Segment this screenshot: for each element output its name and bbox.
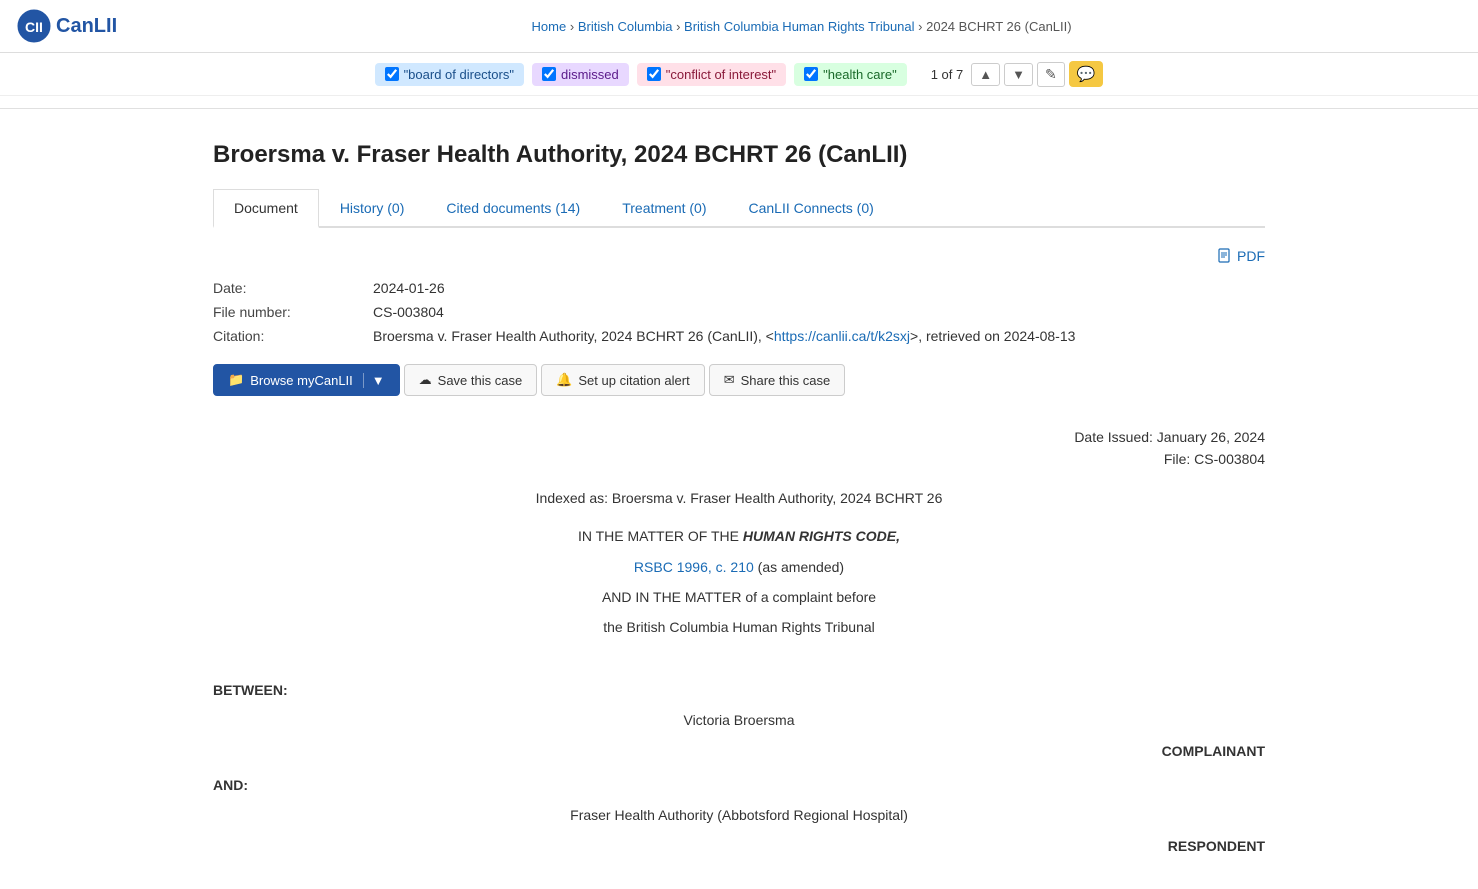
- alert-label: Set up citation alert: [578, 373, 689, 388]
- action-buttons: 📁 Browse myCanLII ▼ ☁ Save this case 🔔 S…: [213, 364, 1265, 396]
- meta-file-row: File number: CS-003804: [213, 304, 1265, 320]
- doc-matter-and: AND IN THE MATTER of a complaint before: [213, 586, 1265, 608]
- top-bar: CII CanLII Home › British Columbia › Bri…: [0, 0, 1478, 53]
- file-value: CS-003804: [373, 304, 444, 320]
- tag-board-of-directors[interactable]: "board of directors": [375, 63, 524, 86]
- save-label: Save this case: [438, 373, 523, 388]
- doc-complainant-name: Victoria Broersma: [213, 709, 1265, 731]
- tag-conflict-of-interest[interactable]: "conflict of interest": [637, 63, 786, 86]
- matter-link[interactable]: RSBC 1996, c. 210: [634, 559, 754, 575]
- tag-board-label: "board of directors": [404, 67, 514, 82]
- doc-date-issued: Date Issued: January 26, 2024 File: CS-0…: [213, 426, 1265, 471]
- doc-respondent-label: RESPONDENT: [213, 835, 1265, 857]
- pdf-icon: [1217, 248, 1233, 264]
- save-case-button[interactable]: ☁ Save this case: [404, 364, 538, 396]
- browse-label: Browse myCanLII: [250, 373, 353, 388]
- tab-treatment[interactable]: Treatment (0): [601, 189, 727, 226]
- citation-alert-button[interactable]: 🔔 Set up citation alert: [541, 364, 704, 396]
- tab-cited-documents[interactable]: Cited documents (14): [425, 189, 601, 226]
- doc-complainant-label: COMPLAINANT: [213, 740, 1265, 762]
- breadcrumb-bc[interactable]: British Columbia: [578, 19, 673, 34]
- tag-dismissed-label: dismissed: [561, 67, 619, 82]
- tag-health-label: "health care": [823, 67, 897, 82]
- tag-board-checkbox[interactable]: [385, 67, 399, 81]
- dropdown-arrow-icon: ▼: [363, 373, 385, 388]
- tag-dismissed-checkbox[interactable]: [542, 67, 556, 81]
- next-button[interactable]: ▼: [1004, 63, 1033, 86]
- date-value: 2024-01-26: [373, 280, 445, 296]
- date-label: Date:: [213, 280, 373, 296]
- document-body: Date Issued: January 26, 2024 File: CS-0…: [213, 426, 1265, 857]
- tag-conflict-checkbox[interactable]: [647, 67, 661, 81]
- matter-suffix: (as amended): [754, 559, 844, 575]
- tab-history[interactable]: History (0): [319, 189, 426, 226]
- save-icon: ☁: [419, 372, 432, 388]
- tag-health-care[interactable]: "health care": [794, 63, 907, 86]
- breadcrumb-tribunal[interactable]: British Columbia Human Rights Tribunal: [684, 19, 914, 34]
- browse-mycanlii-button[interactable]: 📁 Browse myCanLII ▼: [213, 364, 400, 396]
- case-title: Broersma v. Fraser Health Authority, 202…: [213, 141, 1265, 169]
- breadcrumb: Home › British Columbia › British Columb…: [141, 19, 1462, 34]
- comment-icon[interactable]: 💬: [1069, 61, 1104, 87]
- citation-prefix: Broersma v. Fraser Health Authority, 202…: [373, 328, 774, 344]
- prev-button[interactable]: ▲: [971, 63, 1000, 86]
- breadcrumb-home[interactable]: Home: [532, 19, 567, 34]
- tag-dismissed[interactable]: dismissed: [532, 63, 629, 86]
- tabs: Document History (0) Cited documents (14…: [213, 189, 1265, 228]
- alert-icon: 🔔: [556, 372, 572, 388]
- main-content: Broersma v. Fraser Health Authority, 202…: [189, 121, 1289, 889]
- citation-value: Broersma v. Fraser Health Authority, 202…: [373, 328, 1075, 344]
- canlii-logo[interactable]: CII CanLII: [16, 8, 117, 44]
- tab-document[interactable]: Document: [213, 189, 319, 228]
- doc-matter-line1: IN THE MATTER OF THE HUMAN RIGHTS CODE,: [213, 525, 1265, 547]
- pagination-text: 1 of 7: [931, 67, 964, 82]
- file-label: File number:: [213, 304, 373, 320]
- doc-between: BETWEEN:: [213, 679, 1265, 701]
- share-label: Share this case: [741, 373, 831, 388]
- tag-conflict-label: "conflict of interest": [666, 67, 776, 82]
- doc-and: AND:: [213, 774, 1265, 796]
- doc-indexed-as: Indexed as: Broersma v. Fraser Health Au…: [213, 487, 1265, 509]
- share-icon: ✉: [724, 372, 735, 388]
- pdf-label: PDF: [1237, 248, 1265, 264]
- tab-canlii-connects[interactable]: CanLII Connects (0): [728, 189, 895, 226]
- search-tags-row: "board of directors" dismissed "conflict…: [0, 53, 1478, 96]
- citation-link[interactable]: https://canlii.ca/t/k2sxj: [774, 328, 910, 344]
- citation-label: Citation:: [213, 328, 373, 344]
- tag-health-checkbox[interactable]: [804, 67, 818, 81]
- matter-law: HUMAN RIGHTS CODE,: [743, 528, 900, 544]
- svg-text:CII: CII: [25, 19, 43, 35]
- doc-matter-tribunal: the British Columbia Human Rights Tribun…: [213, 616, 1265, 638]
- edit-icon[interactable]: ✎: [1037, 62, 1065, 87]
- metadata: Date: 2024-01-26 File number: CS-003804 …: [213, 280, 1265, 344]
- pagination-controls: 1 of 7 ▲ ▼ ✎ 💬: [931, 61, 1104, 87]
- pdf-link[interactable]: PDF: [1217, 248, 1265, 264]
- share-case-button[interactable]: ✉ Share this case: [709, 364, 846, 396]
- doc-matter-line2: RSBC 1996, c. 210 (as amended): [213, 556, 1265, 578]
- meta-citation-row: Citation: Broersma v. Fraser Health Auth…: [213, 328, 1265, 344]
- breadcrumb-current: 2024 BCHRT 26 (CanLII): [926, 19, 1071, 34]
- folder-icon: 📁: [228, 372, 244, 388]
- meta-date-row: Date: 2024-01-26: [213, 280, 1265, 296]
- matter-prefix: IN THE MATTER OF THE: [578, 528, 743, 544]
- citation-suffix: >, retrieved on 2024-08-13: [910, 328, 1075, 344]
